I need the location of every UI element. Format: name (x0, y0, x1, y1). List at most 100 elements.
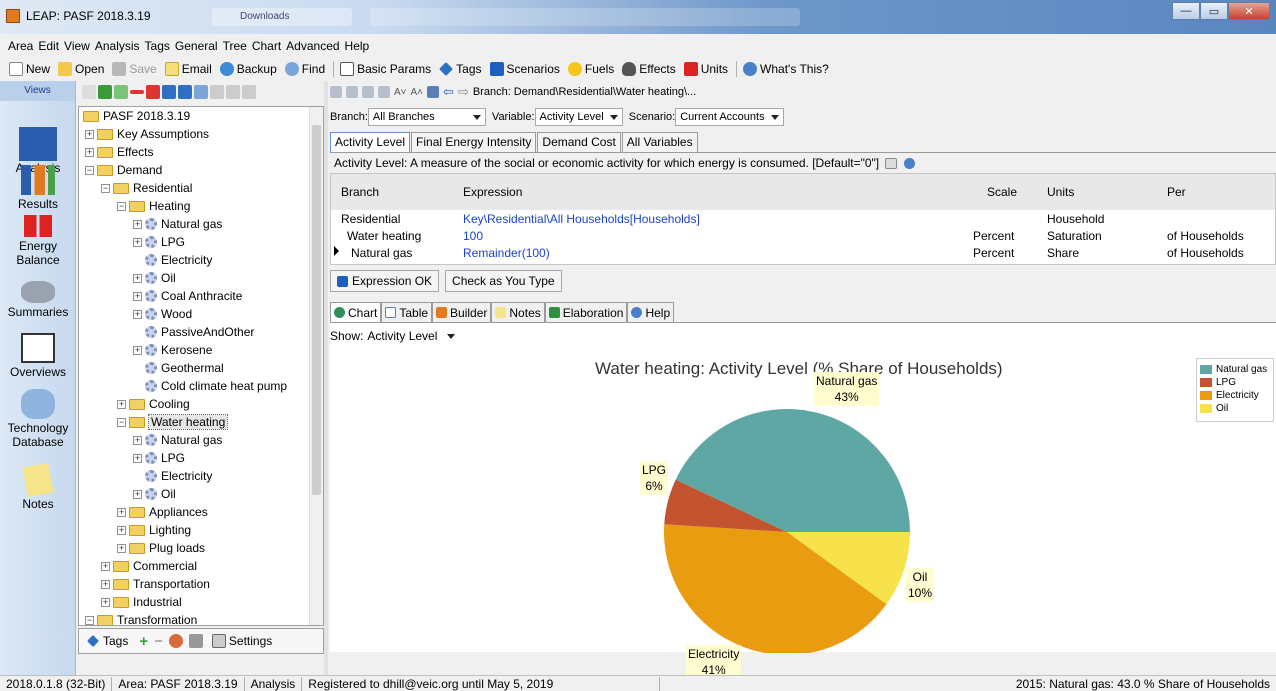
help-icon[interactable] (903, 158, 915, 170)
outline-icon[interactable] (226, 85, 240, 99)
view-summaries[interactable]: Summaries (0, 281, 76, 319)
menu-area[interactable]: Area (8, 39, 38, 53)
tree-node-wh-oil[interactable]: + Oil (133, 485, 176, 503)
scenario-dropdown[interactable]: Current Accounts (675, 108, 784, 126)
cell-units[interactable]: Share (1047, 246, 1079, 260)
background-tab[interactable]: Downloads (212, 8, 352, 26)
tree-node-cold-climate-heat-pump[interactable]: Cold climate heat pump (145, 377, 287, 395)
tree-node-industrial[interactable]: + Industrial (101, 593, 182, 611)
tab-final-energy-intensity[interactable]: Final Energy Intensity (411, 132, 537, 152)
view-notes[interactable]: Notes (0, 462, 76, 511)
tree-node-residential[interactable]: − Residential (101, 179, 192, 197)
scenarios-button[interactable]: Scenarios (487, 62, 565, 76)
tree-node-heating-lpg[interactable]: + LPG (133, 233, 185, 251)
expand-icon[interactable]: + (133, 237, 142, 247)
cell-per[interactable]: of Households (1167, 229, 1244, 243)
basic-params-button[interactable]: Basic Params (337, 62, 436, 76)
font-smaller-icon[interactable]: A˅ (394, 87, 407, 98)
chart-wizard-icon[interactable] (427, 86, 440, 98)
table-row[interactable]: Residential Key\Residential\All Househol… (331, 211, 1275, 228)
tags-filter-button[interactable]: Tags (83, 634, 133, 648)
pin-icon[interactable] (330, 86, 342, 98)
tree-scroll-thumb[interactable] (312, 125, 321, 495)
tree-node-commercial[interactable]: + Commercial (101, 557, 197, 575)
expand-icon[interactable] (194, 85, 208, 99)
copy-icon[interactable] (346, 86, 358, 98)
add-branch-icon[interactable] (98, 85, 112, 99)
cell-scale[interactable]: Percent (973, 229, 1014, 243)
branch-selector[interactable]: Branch: All Branches (330, 108, 486, 126)
remove-icon[interactable] (146, 85, 160, 99)
tab-all-variables[interactable]: All Variables (621, 132, 698, 152)
tree-node-demand[interactable]: − Demand (85, 161, 162, 179)
fuels-button[interactable]: Fuels (565, 62, 619, 76)
collapse-icon[interactable]: − (117, 201, 126, 211)
delete-branch-icon[interactable] (130, 90, 144, 94)
expand-icon[interactable]: + (85, 129, 94, 139)
settings-button[interactable]: Settings (209, 634, 277, 648)
menu-advanced[interactable]: Advanced (286, 39, 344, 53)
tree-node-geothermal[interactable]: Geothermal (145, 359, 224, 377)
new-button[interactable]: New (6, 62, 55, 76)
cell-units[interactable]: Household (1047, 212, 1104, 226)
expand-icon[interactable]: + (133, 489, 142, 499)
subtab-chart[interactable]: Chart (330, 302, 382, 322)
tree-node-lighting[interactable]: + Lighting (117, 521, 191, 539)
tree-node-key-assumptions[interactable]: + Key Assumptions (85, 125, 209, 143)
expression-ok-indicator[interactable]: Expression OK (330, 270, 440, 292)
move-up-icon[interactable] (162, 85, 176, 99)
menu-help[interactable]: Help (345, 39, 375, 53)
grid-icon[interactable] (378, 86, 390, 98)
tree-node-heating-natural-gas[interactable]: + Natural gas (133, 215, 222, 233)
units-button[interactable]: Units (681, 62, 733, 76)
add-tag-icon[interactable]: + (139, 633, 148, 650)
expand-icon[interactable]: + (133, 219, 142, 229)
sort-icon[interactable] (242, 85, 256, 99)
tree-node-wh-natural-gas[interactable]: + Natural gas (133, 431, 222, 449)
tags-button[interactable]: Tags (436, 62, 486, 76)
menu-general[interactable]: General (175, 39, 223, 53)
save-button[interactable]: Save (109, 62, 161, 76)
cell-scale[interactable]: Percent (973, 246, 1014, 260)
tree-root[interactable]: PASF 2018.3.19 (83, 107, 190, 125)
tree-node-plug-loads[interactable]: + Plug loads (117, 539, 205, 557)
expand-icon[interactable]: + (133, 273, 142, 283)
expand-icon[interactable]: + (117, 525, 126, 535)
color-icon[interactable] (168, 634, 183, 648)
cell-per[interactable]: of Households (1167, 246, 1244, 260)
back-arrow-icon[interactable]: ⇦ (443, 84, 454, 100)
minimize-button[interactable]: — (1172, 2, 1200, 20)
expand-icon[interactable]: + (117, 399, 126, 409)
cell-units[interactable]: Saturation (1047, 229, 1102, 243)
tree-node-heating[interactable]: − Heating (117, 197, 190, 215)
remove-tag-icon[interactable]: − (154, 633, 163, 650)
menu-tags[interactable]: Tags (145, 39, 175, 53)
tree-node-transformation[interactable]: − Transformation (85, 611, 197, 625)
font-larger-icon[interactable]: A˄ (411, 87, 424, 98)
view-energy-balance[interactable]: Energy Balance (0, 215, 76, 267)
properties-icon[interactable] (885, 158, 898, 170)
expand-icon[interactable]: + (85, 147, 94, 157)
whats-this-button[interactable]: What's This? (740, 62, 834, 76)
tree-node-heating-oil[interactable]: + Oil (133, 269, 176, 287)
variable-dropdown[interactable]: Activity Level (534, 108, 623, 126)
collapse-icon[interactable]: − (85, 615, 94, 625)
panel-splitter[interactable] (324, 81, 328, 681)
cell-expression[interactable]: Key\Residential\All Households[Household… (463, 212, 700, 226)
collapse-icon[interactable] (210, 85, 224, 99)
collapse-icon[interactable]: − (85, 165, 94, 175)
tree-properties-icon[interactable] (82, 85, 96, 99)
menu-analysis[interactable]: Analysis (95, 39, 145, 53)
tree-scrollbar[interactable] (309, 107, 323, 625)
table-row[interactable]: Water heating 100 Percent Saturation of … (331, 228, 1275, 245)
add-child-icon[interactable] (114, 85, 128, 99)
tree-node-wh-electricity[interactable]: Electricity (145, 467, 212, 485)
backup-button[interactable]: Backup (217, 62, 282, 76)
expand-icon[interactable]: + (101, 579, 110, 589)
cell-expression[interactable]: Remainder(100) (463, 246, 550, 260)
tree-node-cooling[interactable]: + Cooling (117, 395, 190, 413)
tree-node-wh-lpg[interactable]: + LPG (133, 449, 185, 467)
expand-icon[interactable]: + (101, 597, 110, 607)
tree-node-wood[interactable]: + Wood (133, 305, 192, 323)
tree-node-water-heating[interactable]: − Water heating (117, 413, 229, 431)
